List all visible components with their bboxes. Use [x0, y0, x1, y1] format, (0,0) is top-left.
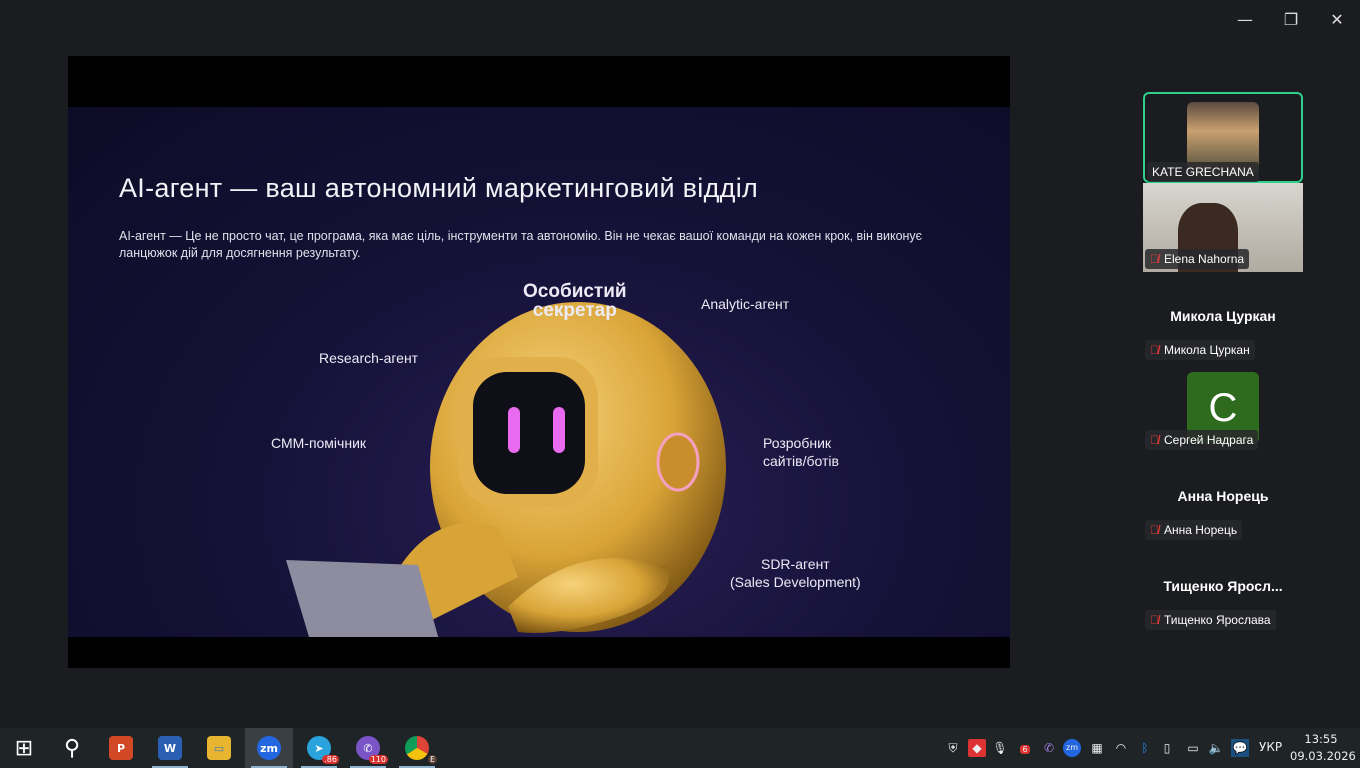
- volume-icon[interactable]: 🔈: [1207, 739, 1225, 757]
- telegram-icon: ➤ .86: [307, 736, 339, 764]
- viber-glyph: ✆: [363, 741, 373, 755]
- participant-name: Elena Nahorna: [1164, 252, 1245, 266]
- robot-illustration: [286, 302, 726, 637]
- label-line: SDR-агент: [760, 556, 830, 572]
- battery-icon[interactable]: ▭: [1184, 739, 1202, 757]
- participant-name-badge: 🎙̸ Тищенко Ярослава: [1145, 610, 1276, 630]
- participant-name-badge: 🎙̸ Анна Норець: [1145, 520, 1243, 540]
- microphone-icon[interactable]: 🎙: [991, 739, 1009, 757]
- participant-name-badge: 🎙̸ Elena Nahorna: [1145, 249, 1250, 269]
- label-analytic: Analytic-агент: [701, 296, 790, 312]
- restore-button[interactable]: ❐: [1276, 8, 1306, 32]
- chat-icon[interactable]: 💬: [1231, 739, 1249, 757]
- viber-tray-icon[interactable]: ✆: [1040, 739, 1058, 757]
- word-icon: W: [158, 736, 182, 760]
- taskbar-word[interactable]: W: [146, 728, 194, 768]
- slide-title: AI-агент — ваш автономний маркетинговий …: [119, 173, 759, 203]
- mic-muted-icon: 🎙̸: [1150, 613, 1159, 627]
- taskbar-file-explorer[interactable]: ▭: [195, 728, 243, 768]
- participant-name: Микола Цуркан: [1164, 343, 1250, 357]
- label-research: Research-агент: [319, 350, 419, 366]
- taskbar-chrome[interactable]: E: [393, 728, 441, 768]
- wifi-icon[interactable]: ◠: [1112, 739, 1130, 757]
- start-button[interactable]: ⊞: [0, 728, 48, 768]
- label-line: сайтів/ботів: [763, 453, 839, 469]
- date: 09.03.2026: [1290, 749, 1356, 763]
- bluetooth-icon[interactable]: ᛒ: [1136, 739, 1154, 757]
- minimize-button[interactable]: —: [1230, 8, 1260, 32]
- powerpoint-icon: P: [109, 736, 133, 760]
- taskbar-zoom[interactable]: zm: [245, 728, 293, 768]
- label-line: (Sales Development): [730, 574, 861, 590]
- participant-display-name: Тищенко Яросл...: [1163, 578, 1283, 594]
- taskbar: ⊞ ⚲ P W ▭ zm ➤ .86 ✆ 110 E ⛨ ◆ 🎙 6 ✆ zm ▦ …: [0, 728, 1360, 768]
- language-indicator[interactable]: УКР: [1259, 740, 1282, 754]
- profile-badge: E: [427, 755, 437, 764]
- mic-muted-icon: 🎙̸: [1150, 523, 1159, 537]
- notification-badge: 110: [368, 755, 388, 764]
- participant-name-badge: 🎙̸ Сергей Надрага: [1145, 430, 1259, 450]
- participant-name-badge: 🎙̸ Микола Цуркан: [1145, 340, 1255, 360]
- label-sdr: SDR-агент (Sales Development): [730, 555, 861, 591]
- notification-badge: .86: [322, 755, 339, 764]
- participant-display-name: Анна Норець: [1177, 488, 1269, 504]
- time: 13:55: [1304, 732, 1338, 746]
- usb-icon[interactable]: ▯: [1158, 739, 1176, 757]
- folder-icon: ▭: [207, 736, 231, 760]
- taskbar-viber[interactable]: ✆ 110: [344, 728, 392, 768]
- telegram-glyph: ➤: [314, 741, 324, 755]
- label-line: секретар: [532, 300, 617, 321]
- zoom-icon: zm: [257, 736, 281, 760]
- mic-muted-icon: 🎙̸: [1150, 433, 1159, 447]
- clock[interactable]: 13:55 09.03.2026: [1290, 731, 1356, 765]
- security-icon[interactable]: ⛨: [944, 739, 962, 757]
- participant-name: Анна Норець: [1164, 523, 1238, 537]
- zoom-tray-icon[interactable]: zm: [1063, 739, 1081, 757]
- label-line: Особистий: [523, 281, 627, 302]
- chrome-icon: E: [405, 736, 437, 764]
- close-button[interactable]: ✕: [1322, 8, 1352, 32]
- presentation-slide: AI-агент — ваш автономний маркетинговий …: [68, 107, 1010, 637]
- network-device-icon[interactable]: ▦: [1088, 739, 1106, 757]
- participant-video-kate[interactable]: KATE GRECHANA: [1143, 92, 1303, 183]
- taskbar-telegram[interactable]: ➤ .86: [295, 728, 343, 768]
- label-secretary: Особистий секретар: [523, 282, 627, 320]
- slide-description: AI-агент — Це не просто чат, це програма…: [119, 229, 923, 260]
- recorder-icon[interactable]: ◆: [968, 739, 986, 757]
- participant-name: Сергей Надрага: [1164, 433, 1254, 447]
- participant-video-elena[interactable]: 🎙̸ Elena Nahorna: [1143, 183, 1303, 272]
- viber-icon: ✆ 110: [356, 736, 388, 764]
- search-icon: ⚲: [63, 735, 81, 761]
- tray-badge: 6: [1020, 745, 1030, 754]
- participant-name: Тищенко Ярослава: [1164, 613, 1271, 627]
- mic-muted-icon: 🎙̸: [1150, 343, 1159, 357]
- participant-name: KATE GRECHANA: [1147, 162, 1259, 182]
- tray-app-icon[interactable]: 6: [1016, 739, 1034, 757]
- search-button[interactable]: ⚲: [48, 728, 96, 768]
- participant-display-name: Микола Цуркан: [1170, 308, 1276, 324]
- label-smm: СММ-помічник: [271, 435, 367, 451]
- windows-icon: ⊞: [14, 735, 34, 761]
- mic-muted-icon: 🎙̸: [1150, 252, 1159, 266]
- label-line: Розробник: [763, 435, 832, 451]
- label-developer: Розробник сайтів/ботів: [763, 434, 839, 470]
- shared-screen: AI-агент — ваш автономний маркетинговий …: [68, 56, 1010, 668]
- taskbar-powerpoint[interactable]: P: [97, 728, 145, 768]
